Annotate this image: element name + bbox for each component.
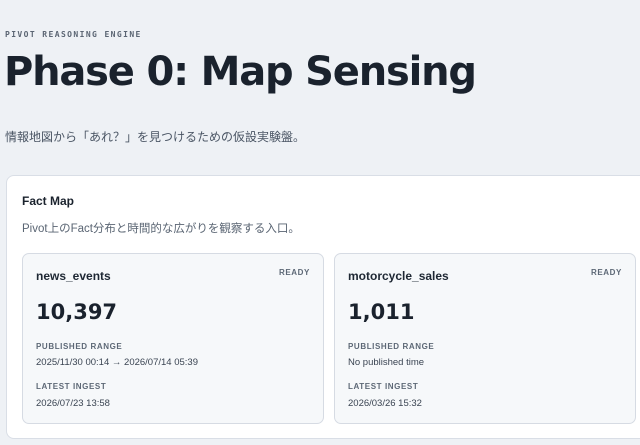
latest-ingest-value: 2026/03/26 15:32	[348, 398, 422, 409]
status-badge: READY	[590, 268, 622, 277]
app-eyebrow: PIVOT REASONING ENGINE	[5, 30, 142, 39]
latest-ingest-label: LATEST INGEST	[348, 382, 419, 391]
panel-title: Fact Map	[22, 194, 75, 208]
fact-count: 10,397	[36, 300, 118, 324]
published-range-label: PUBLISHED RANGE	[36, 342, 123, 351]
latest-ingest-value: 2026/07/23 13:58	[36, 398, 110, 409]
panel-description: Pivot上のFact分布と時間的な広がりを観察する入口。	[22, 223, 300, 235]
published-range-value: 2025/11/30 00:14 → 2026/07/14 05:39	[36, 357, 198, 368]
status-badge: READY	[278, 268, 310, 277]
fact-map-panel: Fact Map Pivot上のFact分布と時間的な広がりを観察する入口。 n…	[6, 175, 640, 439]
fact-card-motorcycle-sales[interactable]: motorcycle_sales READY 1,011 PUBLISHED R…	[334, 253, 636, 424]
latest-ingest-label: LATEST INGEST	[36, 382, 107, 391]
card-name: motorcycle_sales	[348, 269, 449, 283]
card-name: news_events	[36, 269, 111, 283]
fact-card-news-events[interactable]: news_events READY 10,397 PUBLISHED RANGE…	[22, 253, 324, 424]
page: PIVOT REASONING ENGINE Phase 0: Map Sens…	[0, 0, 640, 445]
page-subtitle: 情報地図から「あれ？」を見つけるための仮設実験盤。	[5, 130, 306, 144]
page-title: Phase 0: Map Sensing	[4, 49, 477, 95]
published-range-value: No published time	[348, 357, 425, 368]
published-range-label: PUBLISHED RANGE	[348, 342, 435, 351]
fact-count: 1,011	[348, 300, 415, 324]
